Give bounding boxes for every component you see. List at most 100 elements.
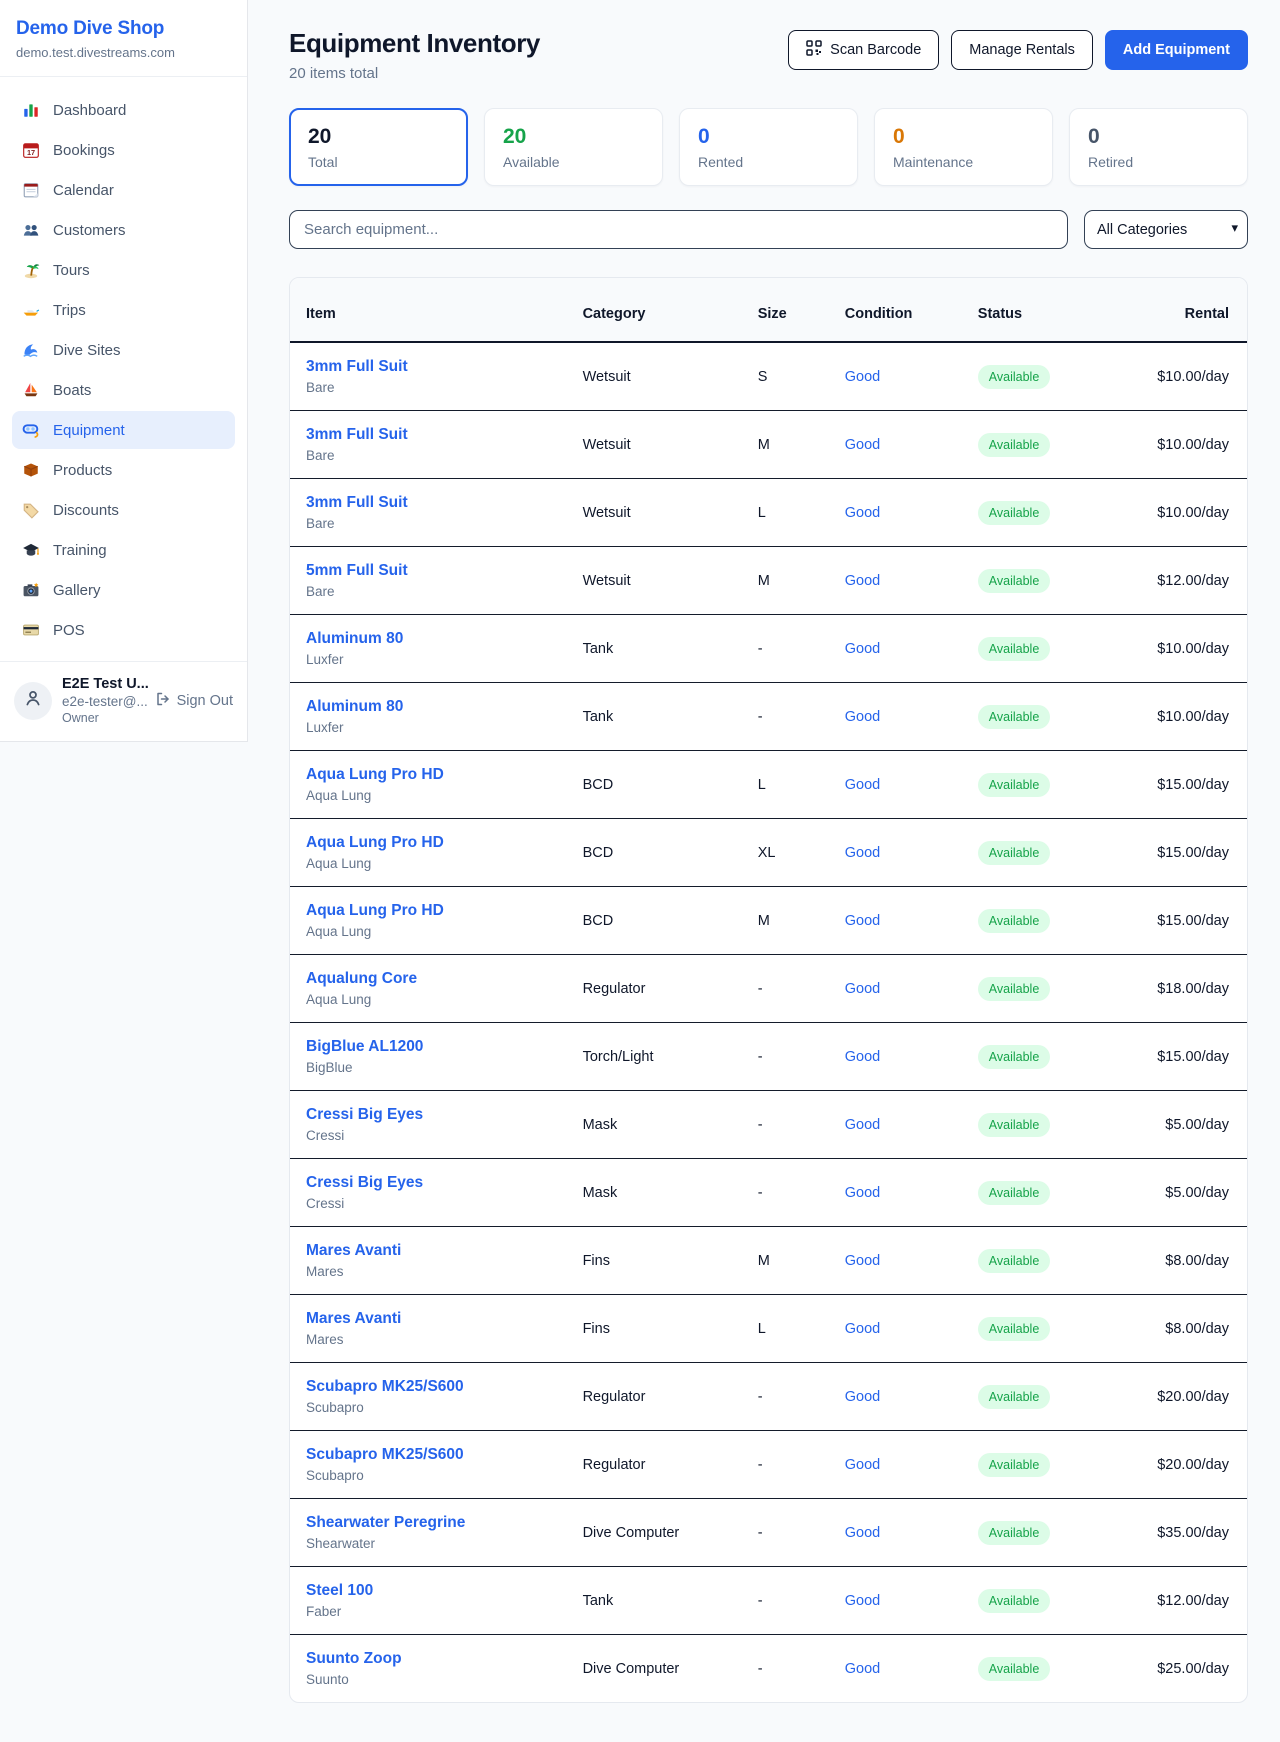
item-rental: $15.00/day	[1121, 751, 1247, 819]
sidebar-item-dive-sites[interactable]: Dive Sites	[12, 331, 235, 369]
item-category: Mask	[567, 1091, 742, 1159]
item-rental: $8.00/day	[1121, 1227, 1247, 1295]
condition-link[interactable]: Good	[845, 1525, 880, 1541]
item-link[interactable]: Aqua Lung Pro HD	[306, 834, 551, 852]
item-rental: $25.00/day	[1121, 1635, 1247, 1703]
item-link[interactable]: Shearwater Peregrine	[306, 1514, 551, 1532]
item-link[interactable]: 3mm Full Suit	[306, 426, 551, 444]
pos-icon	[22, 621, 40, 639]
item-link[interactable]: Aluminum 80	[306, 698, 551, 716]
table-row: 3mm Full Suit Bare Wetsuit M Good Availa…	[290, 411, 1247, 479]
sidebar-item-calendar[interactable]: Calendar	[12, 171, 235, 209]
stat-value: 20	[503, 124, 644, 150]
condition-link[interactable]: Good	[845, 641, 880, 657]
table-row: Aluminum 80 Luxfer Tank - Good Available…	[290, 683, 1247, 751]
item-link[interactable]: BigBlue AL1200	[306, 1038, 551, 1056]
condition-link[interactable]: Good	[845, 777, 880, 793]
bookings-icon: 17	[22, 141, 40, 159]
equipment-table: Item Category Size Condition Status Rent…	[290, 278, 1247, 1702]
sidebar-item-discounts[interactable]: Discounts	[12, 491, 235, 529]
stat-value: 20	[308, 124, 449, 150]
stat-card-total[interactable]: 20 Total	[289, 108, 468, 186]
item-link[interactable]: Steel 100	[306, 1582, 551, 1600]
item-link[interactable]: Scubapro MK25/S600	[306, 1378, 551, 1396]
item-category: Regulator	[567, 955, 742, 1023]
status-badge: Available	[978, 977, 1051, 1001]
sidebar-item-equipment[interactable]: Equipment	[12, 411, 235, 449]
item-link[interactable]: Aqua Lung Pro HD	[306, 902, 551, 920]
item-brand: Cressi	[306, 1196, 551, 1211]
add-equipment-button[interactable]: Add Equipment	[1105, 30, 1248, 70]
status-badge: Available	[978, 1589, 1051, 1613]
stat-card-maintenance[interactable]: 0 Maintenance	[874, 108, 1053, 186]
item-brand: BigBlue	[306, 1060, 551, 1075]
stat-card-rented[interactable]: 0 Rented	[679, 108, 858, 186]
item-link[interactable]: Aluminum 80	[306, 630, 551, 648]
sidebar-item-gallery[interactable]: Gallery	[12, 571, 235, 609]
stat-card-available[interactable]: 20 Available	[484, 108, 663, 186]
condition-link[interactable]: Good	[845, 1117, 880, 1133]
item-link[interactable]: 3mm Full Suit	[306, 358, 551, 376]
item-link[interactable]: 5mm Full Suit	[306, 562, 551, 580]
condition-link[interactable]: Good	[845, 1661, 880, 1677]
item-link[interactable]: 3mm Full Suit	[306, 494, 551, 512]
condition-link[interactable]: Good	[845, 1253, 880, 1269]
sidebar-item-dashboard[interactable]: Dashboard	[12, 91, 235, 129]
sidebar-item-trips[interactable]: Trips	[12, 291, 235, 329]
condition-link[interactable]: Good	[845, 1321, 880, 1337]
stat-card-retired[interactable]: 0 Retired	[1069, 108, 1248, 186]
table-row: Scubapro MK25/S600 Scubapro Regulator - …	[290, 1363, 1247, 1431]
item-link[interactable]: Suunto Zoop	[306, 1650, 551, 1668]
condition-link[interactable]: Good	[845, 913, 880, 929]
sidebar-item-pos[interactable]: POS	[12, 611, 235, 649]
condition-link[interactable]: Good	[845, 369, 880, 385]
condition-link[interactable]: Good	[845, 1049, 880, 1065]
condition-link[interactable]: Good	[845, 573, 880, 589]
item-link[interactable]: Mares Avanti	[306, 1242, 551, 1260]
condition-link[interactable]: Good	[845, 981, 880, 997]
item-link[interactable]: Cressi Big Eyes	[306, 1174, 551, 1192]
item-link[interactable]: Cressi Big Eyes	[306, 1106, 551, 1124]
item-brand: Bare	[306, 516, 551, 531]
category-select[interactable]: All Categories	[1084, 210, 1248, 249]
status-badge: Available	[978, 1249, 1051, 1273]
sidebar-item-products[interactable]: Products	[12, 451, 235, 489]
item-link[interactable]: Mares Avanti	[306, 1310, 551, 1328]
item-category: Wetsuit	[567, 547, 742, 615]
condition-link[interactable]: Good	[845, 1457, 880, 1473]
status-badge: Available	[978, 909, 1051, 933]
item-size: -	[742, 1499, 829, 1567]
item-brand: Cressi	[306, 1128, 551, 1143]
item-size: -	[742, 1567, 829, 1635]
item-size: -	[742, 615, 829, 683]
condition-link[interactable]: Good	[845, 505, 880, 521]
item-category: Dive Computer	[567, 1635, 742, 1703]
sidebar-item-bookings[interactable]: 17Bookings	[12, 131, 235, 169]
sidebar-item-training[interactable]: Training	[12, 531, 235, 569]
condition-link[interactable]: Good	[845, 1389, 880, 1405]
stat-label: Retired	[1088, 154, 1229, 170]
table-row: BigBlue AL1200 BigBlue Torch/Light - Goo…	[290, 1023, 1247, 1091]
condition-link[interactable]: Good	[845, 1593, 880, 1609]
condition-link[interactable]: Good	[845, 1185, 880, 1201]
condition-link[interactable]: Good	[845, 709, 880, 725]
search-input[interactable]	[289, 210, 1068, 249]
scan-barcode-button[interactable]: Scan Barcode	[788, 30, 939, 70]
item-rental: $20.00/day	[1121, 1431, 1247, 1499]
manage-rentals-button[interactable]: Manage Rentals	[951, 30, 1093, 70]
user-icon	[23, 688, 43, 713]
sidebar-item-tours[interactable]: Tours	[12, 251, 235, 289]
condition-link[interactable]: Good	[845, 845, 880, 861]
condition-link[interactable]: Good	[845, 437, 880, 453]
sidebar-item-boats[interactable]: Boats	[12, 371, 235, 409]
sidebar-item-label: Gallery	[53, 582, 101, 599]
item-link[interactable]: Aqua Lung Pro HD	[306, 766, 551, 784]
item-link[interactable]: Scubapro MK25/S600	[306, 1446, 551, 1464]
stat-label: Rented	[698, 154, 839, 170]
sidebar-item-label: Tours	[53, 262, 90, 279]
sidebar-item-label: Trips	[53, 302, 86, 319]
item-rental: $10.00/day	[1121, 615, 1247, 683]
sidebar-item-customers[interactable]: Customers	[12, 211, 235, 249]
sign-out-button[interactable]: Sign Out	[155, 691, 233, 711]
item-link[interactable]: Aqualung Core	[306, 970, 551, 988]
